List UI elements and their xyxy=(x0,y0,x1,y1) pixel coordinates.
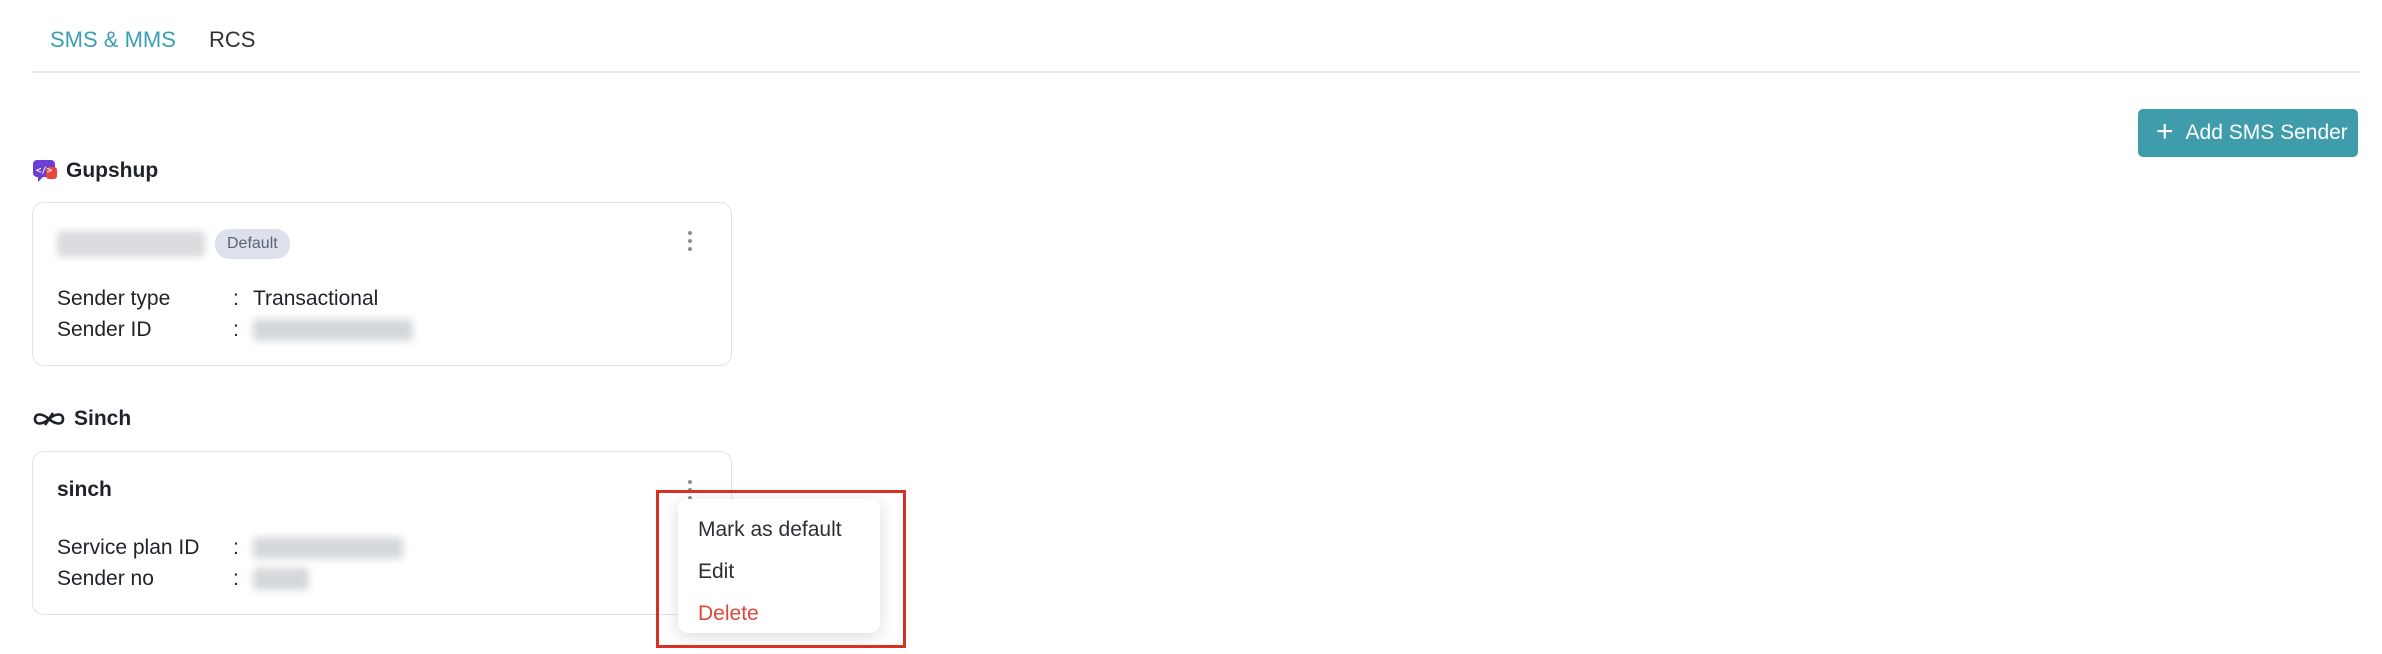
detail-row-sender-id: Sender ID : xyxy=(57,314,413,345)
add-sms-sender-label: Add SMS Sender xyxy=(2185,121,2348,144)
tab-rcs[interactable]: RCS xyxy=(209,27,255,53)
detail-row-sender-type: Sender type : Transactional xyxy=(57,283,413,314)
detail-separator: : xyxy=(233,286,239,310)
provider-heading-sinch: Sinch xyxy=(32,407,131,431)
menu-item-edit[interactable]: Edit xyxy=(678,551,880,593)
detail-separator: : xyxy=(233,317,239,341)
menu-item-delete[interactable]: Delete xyxy=(678,593,880,635)
sender-details: Service plan ID : Sender no : xyxy=(57,532,403,594)
sinch-logo-icon xyxy=(32,409,66,429)
provider-heading-gupshup: </> Gupshup xyxy=(32,158,158,184)
detail-label: Service plan ID xyxy=(57,535,200,559)
plus-icon: + xyxy=(2156,114,2174,148)
add-sms-sender-button[interactable]: + Add SMS Sender xyxy=(2138,109,2358,157)
detail-value: Transactional xyxy=(253,286,379,310)
detail-separator: : xyxy=(233,535,239,559)
tab-sms-mms[interactable]: SMS & MMS xyxy=(50,27,176,53)
sender-name-redacted xyxy=(57,231,205,257)
more-options-icon[interactable] xyxy=(685,229,695,253)
sender-details: Sender type : Transactional Sender ID : xyxy=(57,283,413,345)
detail-label: Sender no xyxy=(57,566,154,590)
detail-row-sender-no: Sender no : xyxy=(57,563,403,594)
sender-name: sinch xyxy=(57,478,112,501)
sender-card-gupshup: Default Sender type : Transactional Send… xyxy=(32,202,732,366)
card-title-row: sinch xyxy=(57,478,112,502)
gupshup-logo-icon: </> xyxy=(32,158,58,184)
svg-text:</>: </> xyxy=(36,166,53,176)
default-badge: Default xyxy=(215,229,290,259)
menu-item-mark-as-default[interactable]: Mark as default xyxy=(678,509,880,551)
detail-value-redacted xyxy=(253,318,413,341)
provider-name-gupshup: Gupshup xyxy=(66,159,159,182)
detail-row-service-plan-id: Service plan ID : xyxy=(57,532,403,563)
tab-bar: SMS & MMS RCS xyxy=(32,0,2359,73)
detail-label: Sender type xyxy=(57,286,171,310)
detail-value-redacted xyxy=(253,567,309,590)
sender-card-sinch: sinch Service plan ID : Sender no : xyxy=(32,451,732,615)
card-title-row: Default xyxy=(57,229,290,259)
detail-label: Sender ID xyxy=(57,317,152,341)
detail-value-redacted xyxy=(253,536,403,559)
detail-separator: : xyxy=(233,566,239,590)
provider-name-sinch: Sinch xyxy=(74,407,132,430)
sender-options-menu: Mark as default Edit Delete xyxy=(678,499,880,633)
